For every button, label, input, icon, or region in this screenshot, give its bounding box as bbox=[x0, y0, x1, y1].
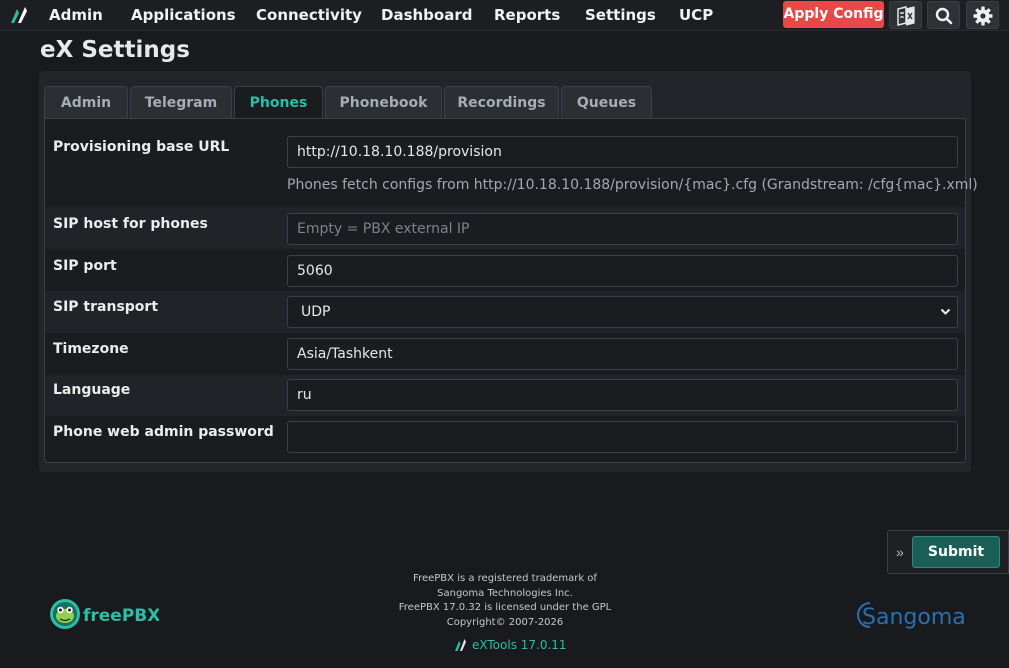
extools-small-logo-icon bbox=[455, 639, 466, 651]
submit-button[interactable]: Submit bbox=[912, 536, 1000, 568]
search-button[interactable] bbox=[927, 1, 960, 29]
sip-transport-value: UDP bbox=[301, 304, 331, 320]
password-label: Phone web admin password bbox=[53, 424, 274, 440]
page-title: eX Settings bbox=[40, 37, 190, 63]
nav-applications[interactable]: Applications bbox=[131, 6, 236, 24]
tab-phonebook[interactable]: Phonebook bbox=[325, 86, 442, 119]
footer-line-4: Copyright© 2007-2026 bbox=[446, 616, 564, 628]
collapse-chevron-icon[interactable]: » bbox=[896, 544, 904, 560]
provisioning-label: Provisioning base URL bbox=[53, 139, 230, 155]
nav-reports[interactable]: Reports bbox=[494, 6, 560, 24]
language-button[interactable] bbox=[889, 1, 922, 29]
extools-logo-icon[interactable] bbox=[9, 3, 31, 27]
search-icon bbox=[935, 7, 953, 25]
sip-port-input[interactable]: 5060 bbox=[287, 255, 958, 287]
phone-admin-password-input[interactable] bbox=[287, 421, 958, 453]
tab-queues[interactable]: Queues bbox=[561, 86, 652, 119]
language-input[interactable]: ru bbox=[287, 379, 958, 411]
extools-version-link[interactable]: eXTools 17.0.11 bbox=[454, 637, 567, 652]
provisioning-url-input[interactable]: http://10.18.10.188/provision bbox=[287, 136, 958, 168]
sip-transport-label: SIP transport bbox=[53, 299, 159, 315]
sip-port-label: SIP port bbox=[53, 258, 117, 274]
footer-text: FreePBX is a registered trademark of San… bbox=[380, 572, 630, 630]
timezone-label: Timezone bbox=[53, 341, 129, 357]
tab-recordings[interactable]: Recordings bbox=[444, 86, 559, 119]
footer-line-3: FreePBX 17.0.32 is licensed under the GP… bbox=[398, 602, 612, 613]
timezone-input[interactable]: Asia/Tashkent bbox=[287, 338, 958, 370]
extools-version: eXTools 17.0.11 bbox=[472, 638, 567, 652]
gear-icon bbox=[973, 6, 993, 26]
nav-ucp[interactable]: UCP bbox=[679, 6, 713, 24]
nav-admin[interactable]: Admin bbox=[49, 6, 103, 24]
provisioning-help-text: Phones fetch configs from http://10.18.1… bbox=[287, 177, 978, 193]
nav-dashboard[interactable]: Dashboard bbox=[381, 6, 472, 24]
chevron-down-icon bbox=[940, 308, 951, 315]
footer-line-1: FreePBX is a registered trademark of bbox=[413, 573, 597, 584]
sip-host-label: SIP host for phones bbox=[53, 216, 208, 232]
settings-button[interactable] bbox=[966, 1, 999, 29]
sip-transport-select[interactable]: UDP bbox=[287, 296, 958, 328]
top-navbar: Admin Applications Connectivity Dashboar… bbox=[0, 0, 1009, 31]
svg-text:freePBX: freePBX bbox=[83, 606, 159, 626]
language-label: Language bbox=[53, 382, 131, 398]
translate-icon bbox=[897, 6, 915, 26]
sip-host-input[interactable]: Empty = PBX external IP bbox=[287, 213, 958, 245]
apply-config-button[interactable]: Apply Config bbox=[783, 1, 884, 28]
footer-line-2: Sangoma Technologies Inc. bbox=[437, 587, 573, 599]
nav-settings[interactable]: Settings bbox=[585, 6, 656, 24]
sangoma-logo[interactable]: Sangoma bbox=[856, 597, 972, 638]
tab-phones[interactable]: Phones bbox=[234, 86, 323, 120]
nav-connectivity[interactable]: Connectivity bbox=[256, 6, 362, 24]
freepbx-logo[interactable]: freePBX bbox=[49, 598, 160, 637]
svg-text:Sangoma: Sangoma bbox=[862, 605, 966, 630]
tab-telegram[interactable]: Telegram bbox=[130, 86, 232, 119]
tab-admin[interactable]: Admin bbox=[44, 86, 128, 119]
